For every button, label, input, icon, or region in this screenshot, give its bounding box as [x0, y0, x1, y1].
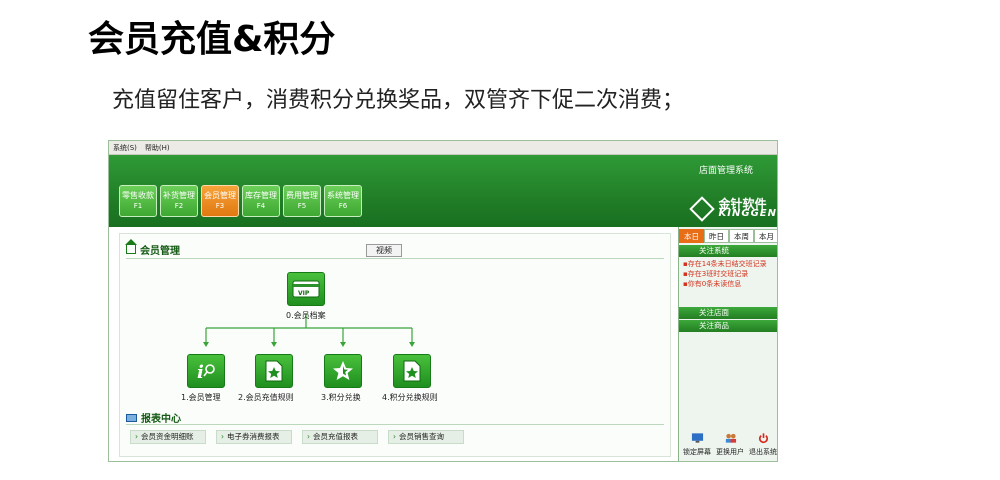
menu-bar: 系统(S) 帮助(H) [109, 141, 777, 155]
chevron-right-icon: › [307, 432, 310, 441]
side-panel: 本日 昨日 本周 本月 关注系统 ▪存在14条未日结交班记录 ▪存在3班时交班记… [679, 227, 777, 461]
recharge-rule-label: 2.会员充值规则 [238, 393, 294, 402]
period-tabs: 本日 昨日 本周 本月 [679, 229, 777, 243]
tab-today[interactable]: 本日 [679, 229, 704, 243]
exchange-rule-tile[interactable] [393, 354, 431, 388]
report-link-sales[interactable]: › 会员销售查询 [388, 430, 464, 444]
nav-label: 补货管理 [163, 191, 195, 200]
report-center-text: 报表中心 [141, 414, 181, 425]
nav-label: 会员管理 [204, 191, 236, 200]
lock-screen-label: 锁定屏幕 [683, 448, 711, 456]
nav-system[interactable]: 系统管理 F6 [324, 185, 362, 217]
notice-list: ▪存在14条未日结交班记录 ▪存在3班时交班记录 ▪你有0条未读信息 [679, 257, 777, 293]
chevron-right-icon: › [135, 432, 138, 441]
exchange-rule-label: 4.积分兑换规则 [382, 393, 438, 402]
nav-key: F6 [338, 202, 348, 210]
nav-label: 零售收款 [122, 191, 154, 200]
switch-user-icon [725, 433, 736, 443]
app-window: 系统(S) 帮助(H) 店面管理系统 零售收款 F1 补货管理 F2 会员管理 F3 … [108, 140, 778, 462]
nav-key: F3 [215, 202, 225, 210]
nav-key: F1 [133, 202, 143, 210]
focus-system-header[interactable]: 关注系统 [679, 245, 777, 257]
app-header: 店面管理系统 零售收款 F1 补货管理 F2 会员管理 F3 库存管理 F4 费用管理 F… [109, 155, 777, 227]
recharge-rule-tile[interactable] [255, 354, 293, 388]
nav-restock[interactable]: 补货管理 F2 [160, 185, 198, 217]
tab-this-week[interactable]: 本周 [729, 229, 754, 243]
member-manage-tile[interactable]: i [187, 354, 225, 388]
report-link-label: 会员销售查询 [399, 432, 444, 441]
svg-text:i: i [197, 362, 204, 383]
slide-subtitle: 充值留住客户，消费积分兑换奖品，双管齐下促二次消费； [112, 88, 685, 113]
chevron-right-icon: › [221, 432, 224, 441]
nav-label: 系统管理 [327, 191, 359, 200]
member-archive-tile[interactable]: VIP [287, 272, 325, 306]
member-manage-label: 1.会员管理 [181, 393, 221, 402]
notice-item[interactable]: ▪你有0条未读信息 [683, 279, 777, 289]
focus-store-header[interactable]: 关注店面 [679, 307, 777, 319]
notice-item[interactable]: ▪存在3班时交班记录 [683, 269, 777, 279]
lock-screen-button[interactable]: 锁定屏幕 [683, 432, 711, 457]
nav-member[interactable]: 会员管理 F3 [201, 185, 239, 217]
report-link-recharge[interactable]: › 会员充值报表 [302, 430, 378, 444]
vip-card-icon: VIP [292, 280, 320, 298]
star-document-icon [265, 360, 283, 382]
focus-goods-header[interactable]: 关注商品 [679, 320, 777, 332]
arrow-head [203, 342, 209, 347]
report-link-label: 会员资金明细账 [141, 432, 194, 441]
star-icon [333, 361, 353, 380]
menu-help[interactable]: 帮助(H) [145, 143, 170, 153]
divider [126, 424, 664, 425]
notice-item[interactable]: ▪存在14条未日结交班记录 [683, 259, 777, 269]
side-actions: 锁定屏幕 更换用户 退出系统 [683, 432, 777, 457]
arrow-head [271, 342, 277, 347]
system-title: 店面管理系统 [698, 166, 753, 176]
nav-expense[interactable]: 费用管理 F5 [283, 185, 321, 217]
arrow-head [340, 342, 346, 347]
menu-system[interactable]: 系统(S) [113, 143, 137, 153]
main-nav: 零售收款 F1 补货管理 F2 会员管理 F3 库存管理 F4 费用管理 F5 系统管理 F… [119, 185, 362, 217]
arrow-head [409, 342, 415, 347]
report-link-label: 电子券消费报表 [227, 432, 280, 441]
nav-key: F4 [256, 202, 266, 210]
main-content: 会员管理 视频 VIP 0.会员档案 i 1.会员管理 2.会员充值规则 3.积… [109, 227, 679, 461]
brand-logo-icon [688, 196, 715, 222]
report-link-funds[interactable]: › 会员资金明细账 [130, 430, 206, 444]
exit-system-button[interactable]: 退出系统 [749, 432, 777, 457]
monitor-icon [126, 413, 137, 422]
info-search-icon: i [197, 362, 215, 383]
vip-card-text: VIP [298, 290, 310, 297]
switch-user-button[interactable]: 更换用户 [716, 432, 744, 457]
report-links: › 会员资金明细账 › 电子券消费报表 › 会员充值报表 › 会员销售查询 [130, 430, 464, 444]
star-document-icon [403, 360, 421, 382]
report-link-coupon[interactable]: › 电子券消费报表 [216, 430, 292, 444]
nav-key: F2 [174, 202, 184, 210]
brand: 金针软件 KINGGEN [688, 196, 777, 222]
report-center-title: 报表中心 [126, 410, 181, 425]
nav-inventory[interactable]: 库存管理 F4 [242, 185, 280, 217]
slide-title: 会员充值&积分 [88, 19, 336, 60]
exit-system-label: 退出系统 [749, 448, 777, 456]
tab-yesterday[interactable]: 昨日 [704, 229, 729, 243]
nav-label: 费用管理 [286, 191, 318, 200]
tab-this-month[interactable]: 本月 [754, 229, 777, 243]
power-icon [758, 433, 768, 444]
brand-name-en: KINGGEN [718, 208, 777, 219]
nav-key: F5 [297, 202, 307, 210]
nav-retail[interactable]: 零售收款 F1 [119, 185, 157, 217]
points-exchange-label: 3.积分兑换 [321, 393, 361, 402]
report-link-label: 会员充值报表 [313, 432, 358, 441]
chevron-right-icon: › [393, 432, 396, 441]
nav-label: 库存管理 [245, 191, 277, 200]
switch-user-label: 更换用户 [716, 448, 744, 456]
points-exchange-tile[interactable] [324, 354, 362, 388]
member-panel: 会员管理 视频 VIP 0.会员档案 i 1.会员管理 2.会员充值规则 3.积… [119, 233, 671, 457]
member-archive-label: 0.会员档案 [286, 311, 326, 320]
lock-screen-icon [691, 433, 703, 443]
